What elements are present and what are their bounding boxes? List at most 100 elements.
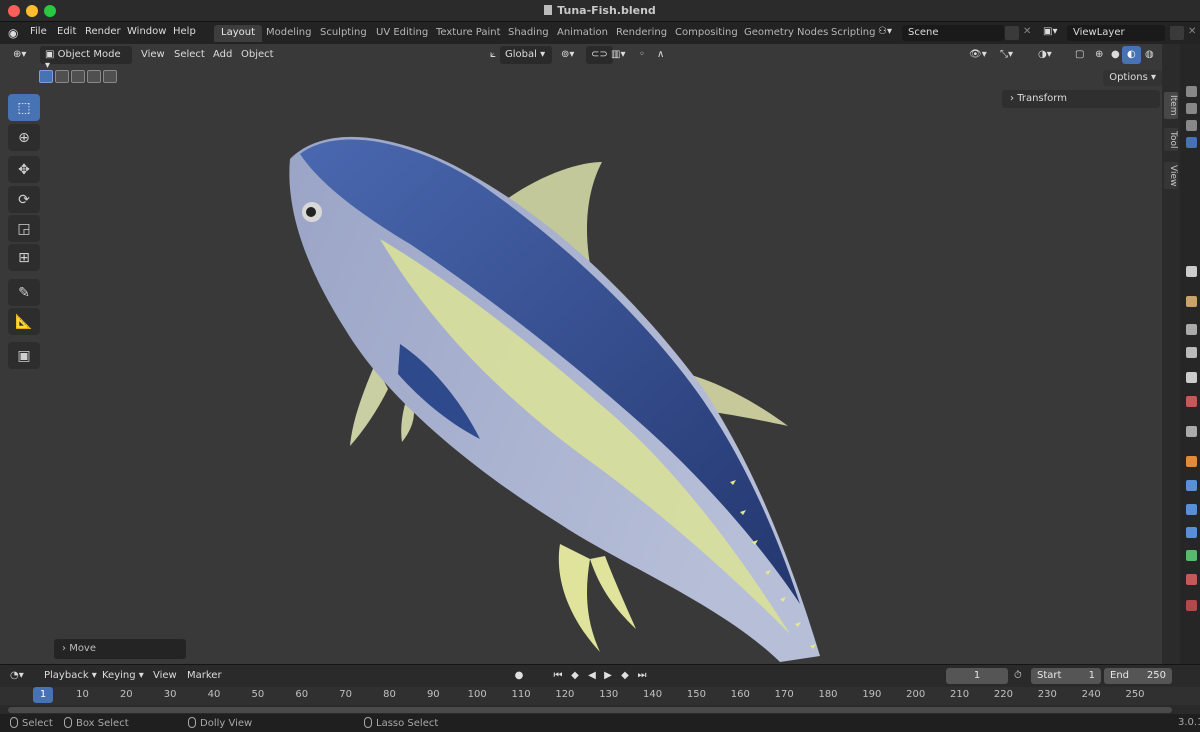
overlay-icon[interactable]: ◑▾ [1033,46,1057,64]
record-keyframe-icon[interactable]: ● [512,669,526,683]
tab-compositing[interactable]: Compositing [668,25,745,42]
editor-type-icon[interactable]: ⊕▾ [8,46,31,64]
view-layer-field[interactable]: ViewLayer [1067,25,1165,41]
tab-shading[interactable]: Shading [501,25,556,42]
collection-properties-icon[interactable] [1186,426,1197,437]
transform-tool-icon[interactable]: ⊞ [8,244,40,271]
camera-icon[interactable] [1186,103,1197,114]
viewport-menu-add[interactable]: Add [208,46,237,64]
select-extend-icon[interactable] [55,70,69,83]
tab-sculpting[interactable]: Sculpting [313,25,374,42]
modifier-properties-icon[interactable] [1186,480,1197,491]
material-properties-icon[interactable] [1186,574,1197,585]
blender-logo-icon[interactable]: ◉ [8,26,18,40]
move-tool-icon[interactable]: ✥ [8,156,40,183]
xray-icon[interactable]: ▢ [1070,46,1089,64]
tab-rendering[interactable]: Rendering [609,25,674,42]
falloff-icon[interactable]: ∧ [652,46,669,64]
options-button[interactable]: Options ▾ [1103,70,1162,86]
measure-tool-icon[interactable]: 📐 [8,308,40,335]
view-layer-icon[interactable]: ▣▾ [1043,26,1057,37]
select-box-tool-icon[interactable]: ⬚ [8,94,40,121]
tuna-fish-model[interactable] [0,44,1162,664]
render-properties-icon[interactable] [1186,296,1197,307]
timeline-menu-marker[interactable]: Marker [187,670,222,681]
cursor-tool-icon[interactable]: ⊕ [8,124,40,151]
timeline-menu-playback[interactable]: Playback ▾ [44,670,97,681]
timeline-scrollbar[interactable] [8,707,1172,713]
mode-select[interactable]: ▣ Object Mode ▾ [40,46,132,71]
menu-render[interactable]: Render [85,26,121,37]
current-frame-indicator[interactable]: 1 [33,687,53,703]
next-keyframe-icon[interactable]: ◆ [618,669,632,683]
tab-layout[interactable]: Layout [214,25,262,42]
add-cube-tool-icon[interactable]: ▣ [8,342,40,369]
orientation-select[interactable]: Global ▾ [500,46,552,64]
select-new-icon[interactable] [39,70,53,83]
sidebar-tab-view[interactable]: View [1164,162,1178,190]
material-shading-icon[interactable]: ◐ [1122,46,1141,64]
particles-properties-icon[interactable] [1186,504,1197,515]
gizmo-icon[interactable]: ⤡▾ [995,46,1018,64]
start-frame-field[interactable]: Start 1 [1031,668,1101,684]
new-view-layer-icon[interactable] [1170,26,1184,40]
tab-texture-paint[interactable]: Texture Paint [429,25,508,42]
sidebar-tab-item[interactable]: Item [1164,92,1178,119]
output-properties-icon[interactable] [1186,324,1197,335]
object-properties-icon[interactable] [1186,456,1197,467]
3d-viewport[interactable]: ⊕▾ ▣ Object Mode ▾ View Select Add Objec… [0,44,1162,664]
view-layer-properties-icon[interactable] [1186,347,1197,358]
proportional-edit-icon[interactable]: ◦ [634,46,650,64]
tab-uv-editing[interactable]: UV Editing [369,25,435,42]
select-subtract-icon[interactable] [71,70,85,83]
rotate-tool-icon[interactable]: ⟳ [8,186,40,213]
snap-target-icon[interactable]: ▥▾ [606,46,630,64]
camera-icon[interactable] [1186,120,1197,131]
play-icon[interactable]: ▶ [601,669,615,683]
rendered-shading-icon[interactable]: ◍ [1140,46,1159,64]
tab-scripting[interactable]: Scripting [824,25,882,42]
scene-selector-icon[interactable]: ⚇▾ [878,26,892,37]
data-properties-icon[interactable] [1186,550,1197,561]
delete-view-layer-icon[interactable]: ✕ [1188,26,1196,37]
tab-modeling[interactable]: Modeling [259,25,319,42]
menu-file[interactable]: File [30,26,47,37]
last-operator-panel[interactable]: › Move [54,639,186,659]
camera-icon[interactable] [1186,137,1197,148]
texture-properties-icon[interactable] [1186,600,1197,611]
delete-scene-icon[interactable]: ✕ [1023,26,1031,37]
menu-window[interactable]: Window [127,26,166,37]
timeline-menu-keying[interactable]: Keying ▾ [102,670,144,681]
menu-help[interactable]: Help [173,26,196,37]
timeline-menu-view[interactable]: View [153,670,177,681]
jump-start-icon[interactable]: ⏮ [551,669,565,683]
world-properties-icon[interactable] [1186,396,1197,407]
physics-properties-icon[interactable] [1186,527,1197,538]
sidebar-tab-tool[interactable]: Tool [1164,128,1178,152]
tab-animation[interactable]: Animation [550,25,615,42]
stopwatch-icon[interactable]: ⏱ [1014,670,1022,681]
visibility-icon[interactable]: 👁▾ [964,46,992,64]
tool-settings-icon[interactable] [1186,266,1197,277]
jump-end-icon[interactable]: ⏭ [635,669,649,683]
scene-name-field[interactable]: Scene [902,25,1004,41]
pivot-icon[interactable]: ⊚▾ [556,46,579,64]
menu-edit[interactable]: Edit [57,26,76,37]
play-reverse-icon[interactable]: ◀ [585,669,599,683]
timeline-editor-icon[interactable]: ◔▾ [10,670,24,681]
viewport-menu-object[interactable]: Object [236,46,279,64]
scale-tool-icon[interactable]: ◲ [8,215,40,242]
tab-geometry-nodes[interactable]: Geometry Nodes [737,25,835,42]
viewport-menu-view[interactable]: View [136,46,170,64]
select-invert-icon[interactable] [87,70,101,83]
new-scene-icon[interactable] [1005,26,1019,40]
select-intersect-icon[interactable] [103,70,117,83]
current-frame-field[interactable]: 1 [946,668,1008,684]
orientation-icon[interactable]: ⟀ [485,46,501,64]
end-frame-field[interactable]: End 250 [1104,668,1172,684]
frame-ruler[interactable]: 1 10 20 30 40 50 60 70 80 90 100 110 120 130 140 150 16… [0,687,1200,705]
annotate-tool-icon[interactable]: ✎ [8,279,40,306]
camera-icon[interactable] [1186,86,1197,97]
viewport-menu-select[interactable]: Select [169,46,210,64]
transform-panel[interactable]: › Transform [1002,90,1160,108]
